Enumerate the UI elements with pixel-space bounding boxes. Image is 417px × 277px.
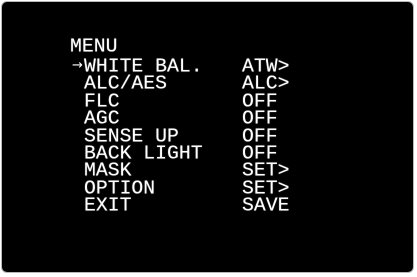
menu-item-mask[interactable]: MASK SET> — [2, 161, 413, 181]
menu-item-flc[interactable]: FLC OFF — [2, 91, 413, 111]
menu-list: → WHITE BAL. ATW> ALC/AES ALC> FLC OFF A… — [2, 56, 413, 217]
menu-item-value: SAVE — [242, 194, 290, 217]
menu-item-white-bal[interactable]: → WHITE BAL. ATW> — [2, 56, 413, 76]
right-arrow-icon: → — [72, 58, 83, 73]
osd-screen: MENU → WHITE BAL. ATW> ALC/AES ALC> FLC … — [2, 2, 413, 272]
menu-item-exit[interactable]: EXIT SAVE — [2, 194, 413, 217]
menu-item-option[interactable]: OPTION SET> — [2, 178, 413, 198]
menu-title: MENU — [70, 34, 118, 58]
menu-item-label: EXIT — [84, 194, 132, 217]
menu-item-sense-up[interactable]: SENSE UP OFF — [2, 126, 413, 146]
menu-item-agc[interactable]: AGC OFF — [2, 109, 413, 129]
menu-item-back-light[interactable]: BACK LIGHT OFF — [2, 143, 413, 163]
menu-item-alc-aes[interactable]: ALC/AES ALC> — [2, 74, 413, 94]
